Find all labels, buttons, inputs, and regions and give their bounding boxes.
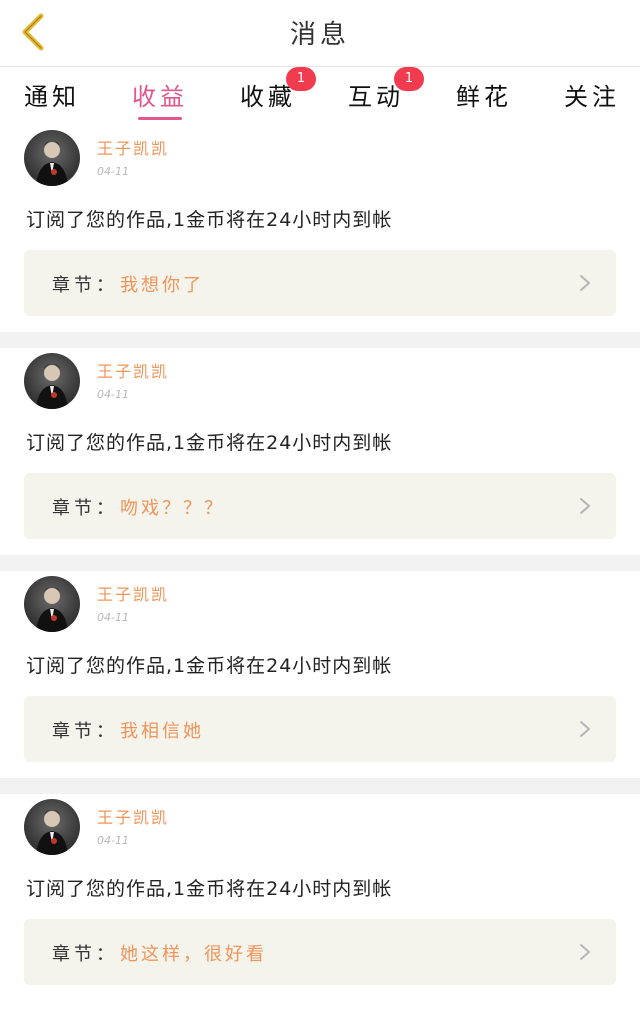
username[interactable]: 王子凯凯	[97, 135, 169, 159]
tab-label: 收藏	[240, 83, 296, 111]
message-card: 王子凯凯 04-11 订阅了您的作品,1金币将在24小时内到帐 章节： 我相信她	[0, 571, 640, 778]
avatar[interactable]	[24, 130, 80, 186]
chevron-right-icon	[580, 498, 590, 514]
message-card: 王子凯凯 04-11 订阅了您的作品,1金币将在24小时内到帐 章节： 吻戏？？…	[0, 348, 640, 555]
tab-label: 通知	[24, 83, 80, 111]
user-avatar-icon	[36, 141, 68, 186]
avatar[interactable]	[24, 576, 80, 632]
user-avatar-icon	[36, 587, 68, 632]
chapter-title: 吻戏？？？	[120, 498, 225, 519]
divider	[0, 332, 640, 348]
chapter-link[interactable]: 章节： 她这样，很好看	[24, 919, 616, 985]
page-title: 消息	[289, 20, 350, 50]
tab-favorites[interactable]: 收藏 1	[240, 67, 316, 121]
chapter-title: 她这样，很好看	[120, 944, 267, 965]
user-avatar-icon	[36, 364, 68, 409]
top-bar: 消息	[0, 0, 640, 67]
chapter-label: 章节：	[52, 721, 118, 742]
timestamp: 04-11	[97, 834, 129, 847]
user-avatar-icon	[36, 810, 68, 855]
message-text: 订阅了您的作品,1金币将在24小时内到帐	[26, 432, 393, 454]
tab-label: 鲜花	[456, 83, 512, 111]
chevron-right-icon	[580, 721, 590, 737]
chapter-label: 章节：	[52, 498, 118, 519]
chapter-label: 章节：	[52, 944, 118, 965]
active-tab-indicator	[138, 117, 182, 120]
tab-flowers[interactable]: 鲜花	[456, 77, 512, 121]
message-text: 订阅了您的作品,1金币将在24小时内到帐	[26, 655, 393, 677]
tab-notifications[interactable]: 通知	[24, 77, 80, 121]
chapter-label: 章节：	[52, 275, 118, 296]
divider	[0, 555, 640, 571]
tab-follows[interactable]: 关注	[564, 77, 620, 121]
chapter-title: 我想你了	[120, 275, 204, 296]
message-card: 王子凯凯 04-11 订阅了您的作品,1金币将在24小时内到帐 章节： 我想你了	[0, 125, 640, 332]
tab-bar: 通知 收益 收藏 1 互动 1 鲜花 关注	[0, 67, 640, 125]
chevron-right-icon	[580, 944, 590, 960]
username[interactable]: 王子凯凯	[97, 804, 169, 828]
chapter-title: 我相信她	[120, 721, 204, 742]
chevron-right-icon	[580, 275, 590, 291]
avatar[interactable]	[24, 353, 80, 409]
username[interactable]: 王子凯凯	[97, 581, 169, 605]
timestamp: 04-11	[97, 388, 129, 401]
tab-label: 互动	[348, 83, 404, 111]
tab-interactions[interactable]: 互动 1	[348, 67, 424, 121]
message-card: 王子凯凯 04-11 订阅了您的作品,1金币将在24小时内到帐 章节： 她这样，…	[0, 794, 640, 1001]
unread-badge: 1	[394, 67, 424, 91]
tab-label: 收益	[132, 83, 188, 111]
avatar[interactable]	[24, 799, 80, 855]
message-text: 订阅了您的作品,1金币将在24小时内到帐	[26, 878, 393, 900]
message-text: 订阅了您的作品,1金币将在24小时内到帐	[26, 209, 393, 231]
tab-label: 关注	[564, 83, 620, 111]
timestamp: 04-11	[97, 611, 129, 624]
chapter-link[interactable]: 章节： 我相信她	[24, 696, 616, 762]
username[interactable]: 王子凯凯	[97, 358, 169, 382]
timestamp: 04-11	[97, 165, 129, 178]
unread-badge: 1	[286, 67, 316, 91]
message-list: 王子凯凯 04-11 订阅了您的作品,1金币将在24小时内到帐 章节： 我想你了…	[0, 125, 640, 1001]
tab-earnings[interactable]: 收益	[132, 77, 188, 121]
divider	[0, 778, 640, 794]
chapter-link[interactable]: 章节： 我想你了	[24, 250, 616, 316]
chapter-link[interactable]: 章节： 吻戏？？？	[24, 473, 616, 539]
